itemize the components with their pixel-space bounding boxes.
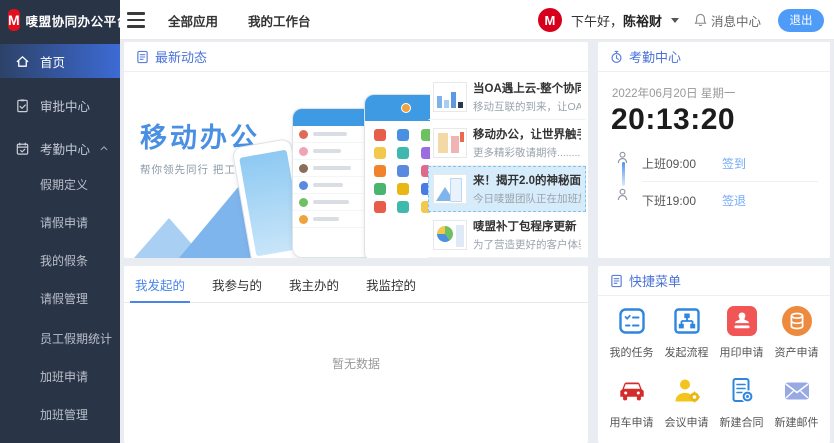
quick-item-seal-request[interactable]: 用印申请: [714, 306, 769, 360]
checkin-button[interactable]: 签到: [722, 155, 746, 172]
logo-block: M 唛盟协同办公平台: [0, 0, 120, 40]
attendance-panel-header: 考勤中心: [598, 42, 830, 72]
news-item[interactable]: 移动办公，让世界触手可更多精彩敬请期待........: [428, 120, 586, 166]
tab-initiated-by-me[interactable]: 我发起的: [135, 266, 185, 302]
nav-all-apps[interactable]: 全部应用: [168, 11, 218, 30]
sidebar-item-leave-request[interactable]: 请假申请: [0, 205, 120, 239]
news-doc-icon: [136, 50, 149, 64]
sidebar-item-approval-center[interactable]: 审批中心: [0, 88, 120, 122]
attendance-panel-title: 考勤中心: [629, 47, 681, 66]
sidebar-item-label: 首页: [40, 52, 65, 71]
quick-item-new-mail[interactable]: 新建邮件: [769, 376, 824, 430]
news-banner: 移动办公 帮你领先同行 把工作带出办公室: [124, 72, 430, 258]
sidebar-item-employee-leave-stats[interactable]: 员工假期统计: [0, 321, 120, 355]
quick-item-new-contract[interactable]: 新建合同: [714, 376, 769, 430]
news-item[interactable]: 唛盟补丁包程序更新为了营造更好的客户体验，唛: [428, 212, 586, 258]
greeting-text: 下午好，陈裕财: [571, 11, 662, 30]
news-item[interactable]: 当OA遇上云-整个协同OA移动互联的到来，让OA与云: [428, 74, 586, 120]
sidebar-item-holiday-definition[interactable]: 假期定义: [0, 167, 120, 201]
news-panel-title: 最新动态: [155, 47, 207, 66]
news-thumbnail: [433, 174, 467, 204]
app-title: 唛盟协同办公平台: [26, 11, 130, 30]
brand-logo-icon: M: [8, 9, 20, 31]
checkin-row: 上班09:00 签到: [642, 145, 818, 182]
header-right: M 下午好，陈裕财 消息中心 退出: [538, 0, 824, 40]
asset-icon: [782, 306, 812, 336]
bell-icon: [694, 13, 707, 27]
checkin-label: 上班09:00: [642, 155, 696, 172]
phone-mockup-apps: [364, 94, 430, 258]
nav-my-workspace[interactable]: 我的工作台: [248, 11, 311, 30]
empty-state-text: 暂无数据: [124, 355, 588, 372]
checkout-label: 下班19:00: [642, 192, 696, 209]
news-thumbnail: [433, 220, 467, 250]
stamp-icon: [727, 306, 757, 336]
person-icon: [616, 188, 629, 201]
sidebar-item-my-leave-notes[interactable]: 我的假条: [0, 243, 120, 277]
attendance-icon: [15, 141, 30, 156]
news-panel-header: 最新动态: [124, 42, 588, 72]
attendance-panel: 考勤中心 2022年06月20日 星期一 20:13:20 上班09:00 签到…: [598, 42, 830, 258]
attendance-rows: 上班09:00 签到 下班19:00 签退: [598, 145, 830, 219]
quick-menu-header: 快捷菜单: [598, 266, 830, 296]
chevron-up-icon: [100, 144, 108, 152]
home-icon: [15, 54, 30, 69]
chevron-down-icon[interactable]: [671, 18, 679, 23]
sidebar-item-home[interactable]: 首页: [0, 44, 120, 78]
workflow-icon: [672, 306, 702, 336]
top-nav: 全部应用 我的工作台: [168, 0, 311, 40]
quick-item-asset-request[interactable]: 资产申请: [769, 306, 824, 360]
sidebar-item-overtime-request[interactable]: 加班申请: [0, 359, 120, 393]
tab-hosted-by-me[interactable]: 我主办的: [289, 266, 339, 302]
message-center-label: 消息中心: [711, 11, 761, 30]
meeting-icon: [672, 376, 702, 406]
tasks-panel: 我发起的 我参与的 我主办的 我监控的 暂无数据: [124, 266, 588, 443]
quick-item-vehicle-request[interactable]: 用车申请: [604, 376, 659, 430]
tasks-tab-bar: 我发起的 我参与的 我主办的 我监控的: [124, 266, 588, 303]
approval-icon: [15, 98, 30, 113]
sidebar: 首页 审批中心 考勤中心 假期定义 请假申请 我的假条 请假管理 员工假期统计 …: [0, 40, 120, 443]
quick-menu-grid: 我的任务 发起流程 用印申请 资产申请 用车申请 会议申请: [598, 296, 830, 430]
checkout-button[interactable]: 签退: [722, 192, 746, 209]
sidebar-item-attendance-center[interactable]: 考勤中心: [0, 131, 120, 165]
latest-news-panel: 最新动态 移动办公 帮你领先同行 把工作带出办公室: [124, 42, 588, 258]
quick-item-my-tasks[interactable]: 我的任务: [604, 306, 659, 360]
sidebar-item-label: 审批中心: [40, 96, 90, 115]
news-list: 当OA遇上云-整个协同OA移动互联的到来，让OA与云 移动办公，让世界触手可更多…: [428, 74, 586, 258]
checkout-row: 下班19:00 签退: [642, 182, 818, 219]
logout-button[interactable]: 退出: [778, 9, 824, 32]
tasks-icon: [617, 306, 647, 336]
timeline-connector: [622, 162, 625, 186]
quick-menu-panel: 快捷菜单 我的任务 发起流程 用印申请 资产申请 用车申请: [598, 266, 830, 443]
sidebar-item-overtime-management[interactable]: 加班管理: [0, 397, 120, 431]
contract-icon: [727, 376, 757, 406]
quick-menu-title: 快捷菜单: [629, 271, 681, 290]
tab-participated-by-me[interactable]: 我参与的: [212, 266, 262, 302]
quick-item-meeting-request[interactable]: 会议申请: [659, 376, 714, 430]
news-item-selected[interactable]: 来！揭开2.0的神秘面纱-今日唛盟团队正在加班加点，: [428, 166, 586, 212]
user-avatar[interactable]: M: [538, 8, 562, 32]
news-thumbnail: [433, 128, 467, 158]
sidebar-item-leave-management[interactable]: 请假管理: [0, 281, 120, 315]
mail-icon: [782, 376, 812, 406]
tab-monitored-by-me[interactable]: 我监控的: [366, 266, 416, 302]
attendance-clock: 20:13:20: [611, 103, 830, 137]
top-header: M 唛盟协同办公平台 全部应用 我的工作台 M 下午好，陈裕财 消息中心 退出: [0, 0, 834, 40]
message-center-button[interactable]: 消息中心: [694, 11, 761, 30]
app-screen: M 唛盟协同办公平台 全部应用 我的工作台 M 下午好，陈裕财 消息中心 退出 …: [0, 0, 834, 443]
quick-menu-doc-icon: [610, 274, 623, 288]
username: 陈裕财: [623, 14, 662, 29]
car-icon: [617, 376, 647, 406]
quick-item-start-workflow[interactable]: 发起流程: [659, 306, 714, 360]
news-thumbnail: [433, 82, 467, 112]
sidebar-item-label: 考勤中心: [40, 139, 90, 158]
hamburger-menu-icon[interactable]: [127, 12, 145, 28]
attendance-date: 2022年06月20日 星期一: [612, 85, 830, 101]
stopwatch-icon: [610, 50, 623, 64]
